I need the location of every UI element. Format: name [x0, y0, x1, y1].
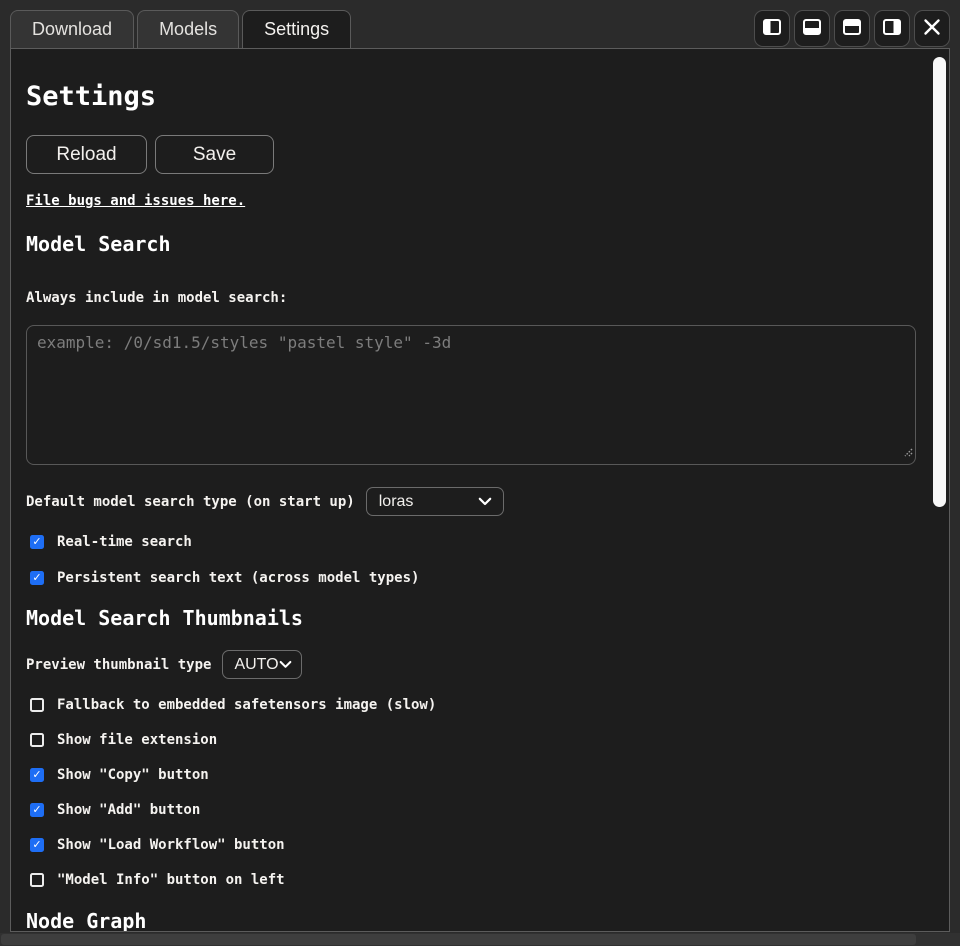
checkbox-row-persistent-search: Persistent search text (across model typ…	[30, 570, 916, 585]
default-search-type-label: Default model search type (on start up)	[26, 494, 355, 510]
dock-left-button[interactable]	[754, 10, 790, 47]
checkbox-row-show-add-button: Show "Add" button	[30, 802, 916, 817]
tab-label: Models	[159, 19, 217, 40]
node-graph-heading: Node Graph	[26, 909, 916, 932]
thumbnails-heading: Model Search Thumbnails	[26, 606, 916, 630]
tab-settings[interactable]: Settings	[242, 10, 351, 48]
default-search-type-select[interactable]: loras	[366, 487, 504, 516]
always-include-wrapper	[26, 325, 916, 465]
dock-bottom-icon	[802, 18, 822, 40]
show-load-workflow-checkbox[interactable]	[30, 838, 44, 852]
checkbox-row-fallback-safetensors: Fallback to embedded safetensors image (…	[30, 697, 916, 712]
checkbox-label: Persistent search text (across model typ…	[57, 570, 419, 586]
page-title: Settings	[26, 81, 916, 113]
tab-label: Settings	[264, 19, 329, 40]
preview-thumbnail-type-row: Preview thumbnail type AUTO	[26, 650, 916, 679]
checkbox-label: Real-time search	[57, 534, 192, 550]
select-value: AUTO	[234, 656, 278, 674]
checkbox-row-show-file-extension: Show file extension	[30, 732, 916, 747]
action-buttons: Reload Save	[26, 135, 916, 174]
tab-label: Download	[32, 19, 112, 40]
persistent-search-checkbox[interactable]	[30, 571, 44, 585]
reload-button[interactable]: Reload	[26, 135, 147, 174]
checkbox-label: Fallback to embedded safetensors image (…	[57, 697, 436, 713]
chevron-down-icon	[478, 493, 492, 511]
tab-models[interactable]: Models	[137, 10, 239, 48]
dock-left-icon	[762, 18, 782, 40]
preview-thumbnail-type-label: Preview thumbnail type	[26, 657, 211, 673]
save-button[interactable]: Save	[155, 135, 274, 174]
select-value: loras	[379, 493, 414, 511]
show-file-extension-checkbox[interactable]	[30, 733, 44, 747]
dock-right-button[interactable]	[874, 10, 910, 47]
model-search-heading: Model Search	[26, 232, 916, 256]
realtime-search-checkbox[interactable]	[30, 535, 44, 549]
checkbox-label: Show "Copy" button	[57, 767, 209, 783]
checkbox-row-realtime-search: Real-time search	[30, 534, 916, 549]
dock-top-button[interactable]	[834, 10, 870, 47]
tab-bar: Download Models Settings	[0, 0, 960, 48]
fallback-safetensors-checkbox[interactable]	[30, 698, 44, 712]
close-button[interactable]	[914, 10, 950, 47]
close-icon	[923, 18, 941, 40]
horizontal-scrollbar-thumb[interactable]	[1, 934, 916, 945]
dock-right-icon	[882, 18, 902, 40]
horizontal-scrollbar-track[interactable]	[0, 933, 960, 946]
show-add-button-checkbox[interactable]	[30, 803, 44, 817]
model-info-left-checkbox[interactable]	[30, 873, 44, 887]
settings-panel: Settings Reload Save File bugs and issue…	[10, 48, 950, 932]
checkbox-label: Show file extension	[57, 732, 217, 748]
dock-bottom-button[interactable]	[794, 10, 830, 47]
checkbox-label: Show "Load Workflow" button	[57, 837, 285, 853]
tab-download[interactable]: Download	[10, 10, 134, 48]
dock-top-icon	[842, 18, 862, 40]
checkbox-label: Show "Add" button	[57, 802, 200, 818]
checkbox-label: "Model Info" button on left	[57, 872, 285, 888]
default-search-type-row: Default model search type (on start up) …	[26, 487, 916, 516]
checkbox-row-show-load-workflow-button: Show "Load Workflow" button	[30, 837, 916, 852]
file-bugs-link[interactable]: File bugs and issues here.	[26, 194, 245, 209]
always-include-label: Always include in model search:	[26, 291, 916, 306]
window-controls	[754, 10, 950, 47]
vertical-scrollbar-thumb[interactable]	[933, 57, 946, 507]
preview-thumbnail-type-select[interactable]: AUTO	[222, 650, 302, 679]
checkbox-row-model-info-left: "Model Info" button on left	[30, 872, 916, 887]
show-copy-button-checkbox[interactable]	[30, 768, 44, 782]
chevron-down-icon	[279, 656, 292, 674]
always-include-textarea[interactable]	[26, 325, 916, 465]
checkbox-row-show-copy-button: Show "Copy" button	[30, 767, 916, 782]
